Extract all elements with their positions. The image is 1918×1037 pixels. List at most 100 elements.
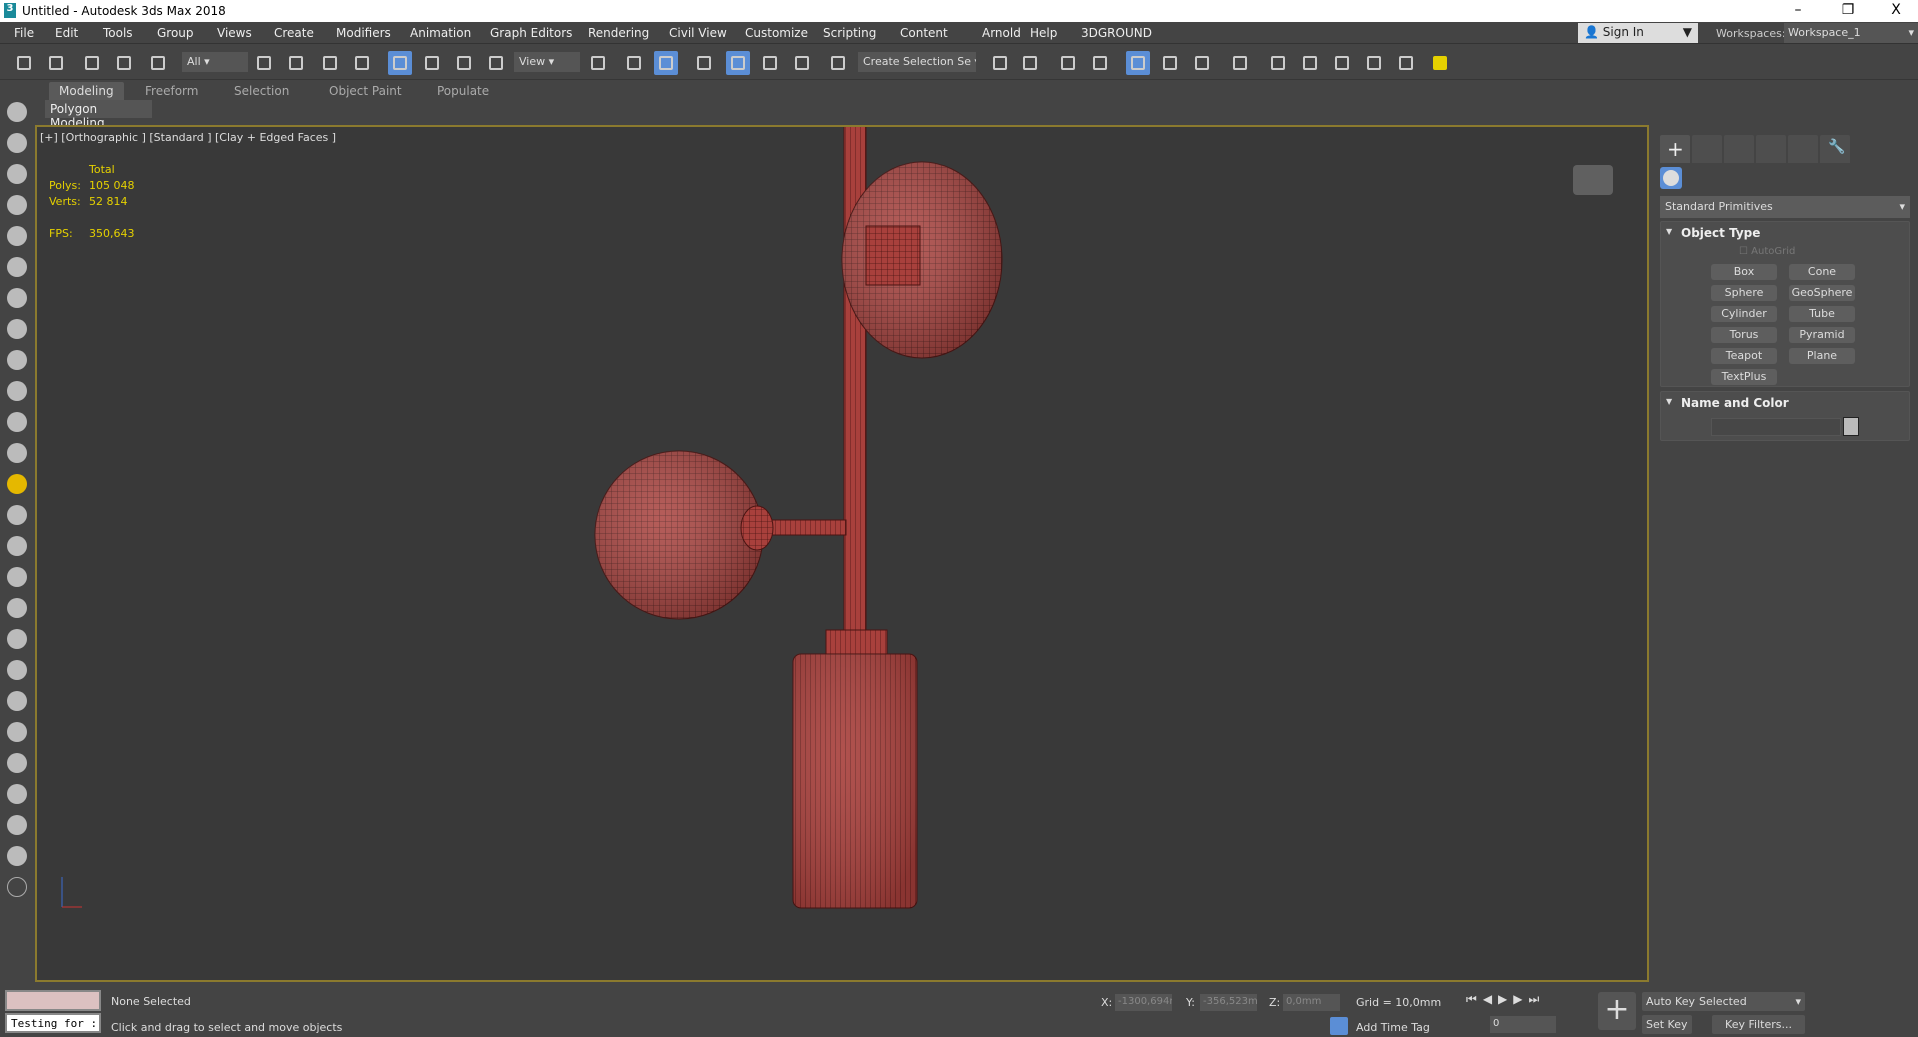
menu-rendering[interactable]: Rendering	[588, 26, 649, 40]
rendered-frame-window-icon[interactable]	[1298, 51, 1322, 75]
keyboard-shortcut-override-icon[interactable]	[654, 51, 678, 75]
globe-icon[interactable]	[7, 629, 27, 649]
display-tab[interactable]	[1788, 135, 1818, 163]
shell-2-icon[interactable]	[7, 722, 27, 742]
select-and-place-icon[interactable]	[484, 51, 508, 75]
mesh-icon[interactable]	[7, 598, 27, 618]
3dground-plugin-icon[interactable]	[1428, 51, 1452, 75]
object-list-icon[interactable]	[7, 784, 27, 804]
align-icon[interactable]	[1018, 51, 1042, 75]
select-object-icon[interactable]	[252, 51, 276, 75]
render-icon[interactable]	[7, 288, 27, 308]
next-frame-icon[interactable]: ▶	[1513, 992, 1528, 1006]
box-button[interactable]: Box	[1711, 264, 1777, 280]
menu-group[interactable]: Group	[157, 26, 194, 40]
spinner-snap-icon[interactable]	[790, 51, 814, 75]
menu-content[interactable]: Content	[900, 26, 948, 40]
plane-button[interactable]: Plane	[1789, 348, 1855, 364]
menu-arnold[interactable]: Arnold	[982, 26, 1021, 40]
viewport-front[interactable]	[35, 124, 1649, 982]
angle-snap-icon[interactable]	[726, 51, 750, 75]
teapot-icon[interactable]	[7, 102, 27, 122]
tube-button[interactable]: Tube	[1789, 306, 1855, 322]
named-selection-set-dropdown[interactable]: Create Selection Se ▾	[858, 52, 976, 72]
menu-3dground[interactable]: 3DGROUND	[1081, 26, 1152, 40]
sign-in-button[interactable]: 👤 Sign In ▼	[1578, 23, 1698, 43]
collapse-icon[interactable]: ▼	[1666, 397, 1672, 406]
rollout-title[interactable]: Name and Color	[1681, 396, 1789, 410]
y-coordinate-input[interactable]: -356,523m	[1200, 994, 1257, 1011]
key-mode-dropdown[interactable]: Selected ▾	[1695, 992, 1805, 1011]
motion-tab[interactable]	[1756, 135, 1786, 163]
scene-explorer-icon[interactable]	[1056, 51, 1080, 75]
auto-key-button[interactable]: Auto Key	[1642, 992, 1699, 1011]
snaps-toggle-icon[interactable]	[692, 51, 716, 75]
helper-icon[interactable]	[7, 226, 27, 246]
ribbon-tab-selection[interactable]: Selection	[224, 82, 299, 100]
ribbon-tab-freeform[interactable]: Freeform	[135, 82, 208, 100]
teapot-button[interactable]: Teapot	[1711, 348, 1777, 364]
viewport-layout-icon[interactable]	[7, 133, 27, 153]
set-key-big-button[interactable]: +	[1598, 992, 1636, 1030]
autogrid-checkbox[interactable]: ☐ AutoGrid	[1739, 246, 1795, 257]
minimize-button[interactable]: –	[1778, 2, 1818, 20]
cone-button[interactable]: Cone	[1789, 264, 1855, 280]
cylinder-button[interactable]: Cylinder	[1711, 306, 1777, 322]
hierarchy-tab[interactable]	[1724, 135, 1754, 163]
object-color-swatch[interactable]	[1843, 417, 1859, 436]
curve-editor-icon[interactable]	[1158, 51, 1182, 75]
menu-tools[interactable]: Tools	[103, 26, 133, 40]
textplus-button[interactable]: TextPlus	[1711, 369, 1777, 385]
rectangular-selection-region-icon[interactable]	[318, 51, 342, 75]
playback-controls[interactable]: ⏮◀▶▶⏭	[1466, 992, 1545, 1007]
maxscript-input[interactable]: Testing for :	[5, 1013, 101, 1033]
shell-icon[interactable]	[7, 412, 27, 432]
selection-filter-dropdown[interactable]: All ▾	[182, 52, 248, 72]
sun-icon[interactable]	[7, 474, 27, 494]
sphere-gray-icon[interactable]	[7, 505, 27, 525]
help-icon[interactable]	[7, 877, 27, 897]
menu-views[interactable]: Views	[217, 26, 252, 40]
ribbon-tab-modeling[interactable]: Modeling	[49, 82, 124, 100]
geosphere-button[interactable]: GeoSphere	[1789, 285, 1855, 301]
menu-modifiers[interactable]: Modifiers	[336, 26, 391, 40]
viewcube[interactable]	[1573, 165, 1613, 195]
pyramid-button[interactable]: Pyramid	[1789, 327, 1855, 343]
menu-animation[interactable]: Animation	[410, 26, 471, 40]
redo-icon[interactable]	[44, 51, 68, 75]
menu-create[interactable]: Create	[274, 26, 314, 40]
slate-editor-icon[interactable]	[7, 164, 27, 184]
light-lister-icon[interactable]	[7, 195, 27, 215]
use-pivot-center-icon[interactable]	[586, 51, 610, 75]
layers-icon[interactable]	[7, 846, 27, 866]
hemisphere-icon[interactable]	[7, 350, 27, 370]
unlink-icon[interactable]	[112, 51, 136, 75]
window-crossing-icon[interactable]	[350, 51, 374, 75]
render-frame-icon[interactable]	[7, 815, 27, 835]
select-and-manipulate-icon[interactable]	[622, 51, 646, 75]
cone-icon[interactable]	[7, 443, 27, 463]
add-time-tag-button[interactable]: Add Time Tag	[1356, 1021, 1430, 1034]
reference-coordinate-dropdown[interactable]: View ▾	[514, 52, 580, 72]
percent-snap-icon[interactable]	[758, 51, 782, 75]
collapse-icon[interactable]: ▼	[1666, 227, 1672, 236]
key-filters-button[interactable]: Key Filters...	[1712, 1015, 1805, 1034]
utilities-tab[interactable]: 🔧	[1820, 135, 1850, 163]
menu-civil-view[interactable]: Civil View	[669, 26, 727, 40]
sphere-icon[interactable]	[7, 381, 27, 401]
workspace-dropdown[interactable]: Workspace_1 ▾	[1784, 23, 1918, 43]
particle-icon[interactable]	[7, 536, 27, 556]
a360-gallery-icon[interactable]	[1394, 51, 1418, 75]
select-and-move-icon[interactable]	[388, 51, 412, 75]
ribbon-tab-populate[interactable]: Populate	[427, 82, 499, 100]
bind-space-warp-icon[interactable]	[146, 51, 170, 75]
set-key-button[interactable]: Set Key	[1642, 1015, 1692, 1034]
go-to-end-icon[interactable]: ⏭	[1529, 992, 1546, 1006]
viewport-label[interactable]: [+] [Orthographic ] [Standard ] [Clay + …	[40, 131, 336, 144]
time-tag-icon[interactable]	[1330, 1017, 1348, 1035]
ribbon-panel-polygon-modeling[interactable]: Polygon Modeling	[45, 100, 152, 130]
dna-icon[interactable]	[7, 567, 27, 587]
menu-file[interactable]: File	[14, 26, 34, 40]
menu-help[interactable]: Help	[1030, 26, 1057, 40]
select-and-rotate-icon[interactable]	[420, 51, 444, 75]
